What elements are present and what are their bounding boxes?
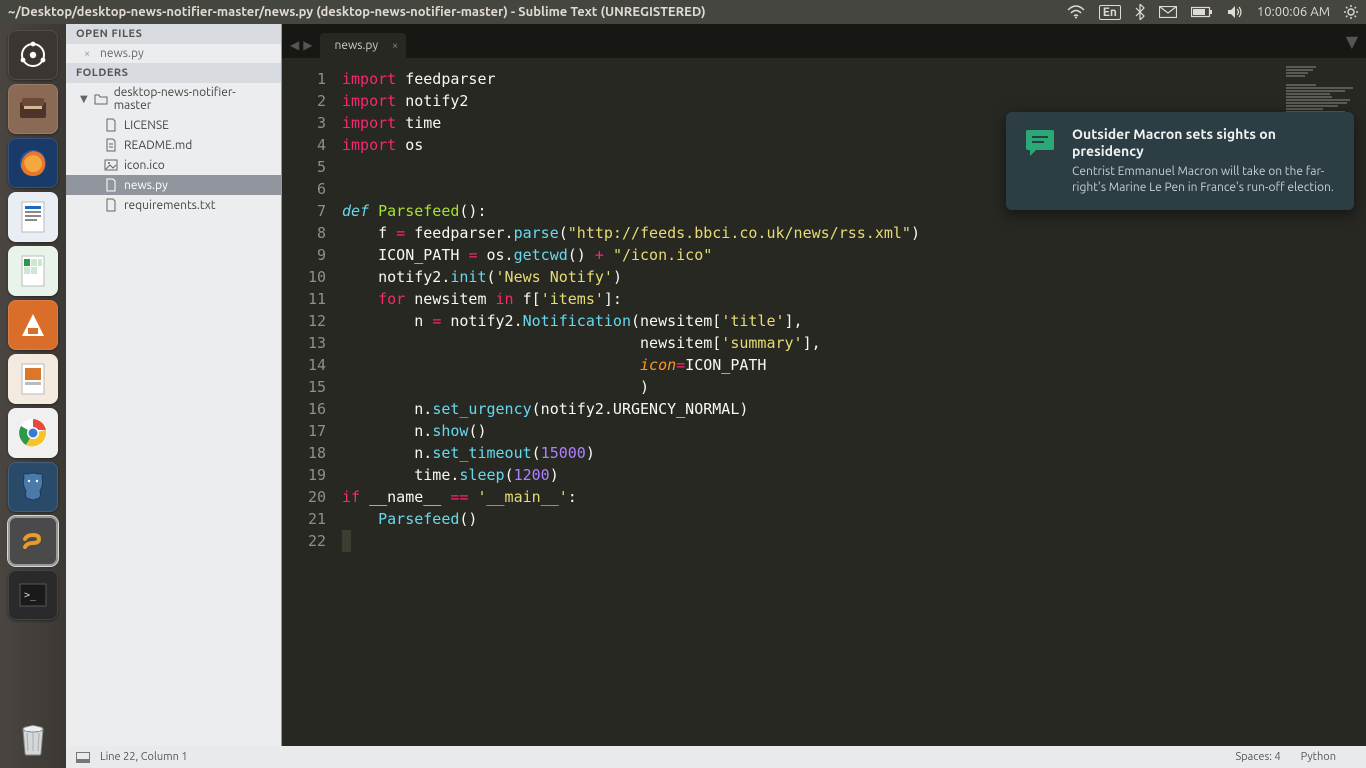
folder-label: desktop-news-notifier-master [114, 86, 271, 112]
tab-overflow-icon[interactable]: ▼ [1346, 32, 1358, 51]
indent-setting[interactable]: Spaces: 4 [1235, 751, 1280, 763]
input-lang-indicator[interactable]: En [1099, 5, 1121, 20]
tab-active[interactable]: news.py × [320, 33, 406, 58]
notification-body: Centrist Emmanuel Macron will take on th… [1072, 164, 1338, 196]
image-icon [104, 158, 118, 172]
nav-forward-icon[interactable]: ▶ [303, 38, 312, 52]
file-row[interactable]: LICENSE [66, 115, 281, 135]
firefox-icon[interactable] [8, 138, 58, 188]
close-icon[interactable]: × [392, 40, 398, 52]
file-label: news.py [124, 179, 168, 192]
system-tray: En 10:00:06 AM [1067, 4, 1358, 20]
gear-icon[interactable] [1344, 5, 1358, 19]
svg-text:>_: >_ [24, 590, 37, 601]
tab-nav-arrows: ◀ ▶ [288, 38, 320, 58]
postgres-icon[interactable] [8, 462, 58, 512]
tab-bar: ◀ ▶ news.py × ▼ [282, 24, 1366, 58]
notification-title: Outsider Macron sets sights on presidenc… [1072, 126, 1338, 160]
chrome-icon[interactable] [8, 408, 58, 458]
md-icon [104, 138, 118, 152]
wifi-icon[interactable] [1067, 5, 1085, 19]
clock[interactable]: 10:00:06 AM [1257, 5, 1330, 19]
file-row[interactable]: requirements.txt [66, 195, 281, 215]
file-row[interactable]: icon.ico [66, 155, 281, 175]
file-label: README.md [124, 139, 192, 152]
trash-icon[interactable] [8, 712, 58, 762]
folder-root[interactable]: ▼ desktop-news-notifier-master [66, 83, 281, 115]
nav-back-icon[interactable]: ◀ [290, 38, 299, 52]
file-label: icon.ico [124, 159, 165, 172]
chevron-down-icon: ▼ [80, 93, 88, 105]
close-icon[interactable]: × [84, 48, 94, 60]
gutter: 12345678910111213141516171819202122 [282, 58, 336, 746]
open-files-header: OPEN FILES [66, 24, 281, 44]
desktop-notification[interactable]: Outsider Macron sets sights on presidenc… [1006, 112, 1354, 210]
open-file-label: news.py [100, 47, 144, 60]
bluetooth-icon[interactable] [1135, 4, 1145, 20]
volume-icon[interactable] [1227, 5, 1243, 19]
doc-icon [104, 118, 118, 132]
dash-icon[interactable] [8, 30, 58, 80]
sublime-icon[interactable] [8, 516, 58, 566]
open-file-item[interactable]: × news.py [66, 44, 281, 63]
cursor-position: Line 22, Column 1 [100, 751, 188, 763]
mail-icon[interactable] [1159, 6, 1177, 18]
notification-content: Outsider Macron sets sights on presidenc… [1072, 126, 1338, 196]
file-row-active[interactable]: news.py [66, 175, 281, 195]
tab-label: news.py [334, 39, 378, 52]
syntax-setting[interactable]: Python [1301, 751, 1336, 763]
file-label: LICENSE [124, 119, 169, 132]
sidebar: OPEN FILES × news.py FOLDERS ▼ desktop-n… [66, 24, 282, 746]
top-menubar: ~/Desktop/desktop-news-notifier-master/n… [0, 0, 1366, 24]
py-icon [104, 178, 118, 192]
impress-icon[interactable] [8, 354, 58, 404]
terminal-icon[interactable]: >_ [8, 570, 58, 620]
software-icon[interactable] [8, 300, 58, 350]
chat-icon [1022, 126, 1058, 162]
doc-icon [104, 198, 118, 212]
folders-header: FOLDERS [66, 63, 281, 83]
panel-switcher-icon[interactable] [76, 752, 90, 763]
writer-icon[interactable] [8, 192, 58, 242]
folder-icon [94, 92, 108, 106]
file-row[interactable]: README.md [66, 135, 281, 155]
battery-icon[interactable] [1191, 6, 1213, 18]
files-icon[interactable] [8, 84, 58, 134]
window-title: ~/Desktop/desktop-news-notifier-master/n… [8, 5, 1067, 19]
unity-launcher: >_ [0, 24, 66, 768]
calc-icon[interactable] [8, 246, 58, 296]
file-label: requirements.txt [124, 199, 216, 212]
status-bar: Line 22, Column 1 Spaces: 4 Python [66, 746, 1366, 768]
